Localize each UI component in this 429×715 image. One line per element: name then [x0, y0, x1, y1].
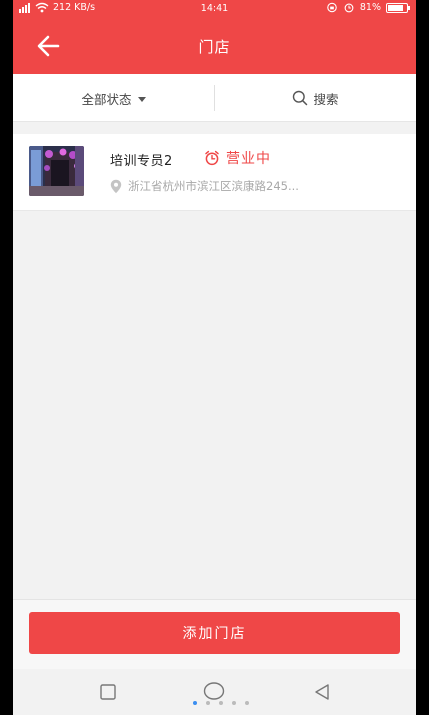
- status-filter-label: 全部状态: [81, 91, 132, 107]
- battery-icon: [386, 2, 410, 13]
- status-filter-dropdown[interactable]: 全部状态: [13, 74, 214, 122]
- back-nav-button[interactable]: [313, 683, 331, 701]
- app-header: 门店: [13, 18, 416, 74]
- caret-down-icon: [137, 96, 146, 102]
- filter-bar: 全部状态 搜索: [13, 74, 416, 122]
- store-list-item[interactable]: 培训专员2 营业中 浙江省杭州市滨江区滨康路245...: [13, 134, 416, 211]
- store-status-badge: 营业中: [204, 148, 271, 168]
- battery-fill: [388, 4, 403, 11]
- alarm-clock-icon: [205, 150, 219, 166]
- home-button[interactable]: [203, 681, 225, 703]
- search-label: 搜索: [313, 91, 339, 107]
- page-indicator: [13, 701, 416, 705]
- page-title: 门店: [198, 38, 231, 56]
- store-address: 浙江省杭州市滨江区滨康路245...: [110, 178, 299, 194]
- page-dot: [231, 701, 236, 705]
- search-button[interactable]: 搜索: [215, 74, 416, 122]
- store-address-text: 浙江省杭州市滨江区滨康路245...: [128, 179, 299, 193]
- status-bar: 212 KB/s 14:41 81%: [13, 0, 416, 18]
- location-pin-icon: [110, 179, 122, 193]
- recent-apps-button[interactable]: [99, 683, 117, 701]
- status-right: 81%: [326, 2, 410, 13]
- page-dot: [218, 701, 223, 705]
- lock-rotation-icon: [327, 2, 337, 13]
- page-dot: [205, 701, 210, 705]
- device-frame: 212 KB/s 14:41 81% 门店 全部状态 搜索 培训专员2 营业中 …: [0, 0, 429, 715]
- app-screen: 212 KB/s 14:41 81% 门店 全部状态 搜索 培训专员2 营业中 …: [13, 0, 416, 715]
- store-photo-image: [29, 146, 84, 196]
- battery-percent: 81%: [359, 2, 381, 13]
- alarm-icon: [344, 3, 354, 13]
- store-thumbnail: [29, 146, 84, 196]
- store-name: 培训专员2: [110, 154, 173, 169]
- bottom-action-area: 添加门店: [13, 599, 416, 669]
- store-status-text: 营业中: [226, 151, 271, 167]
- add-store-button[interactable]: 添加门店: [29, 612, 400, 654]
- magnifier-icon: [293, 90, 308, 106]
- system-nav-bar: [13, 669, 416, 715]
- page-dot: [244, 701, 249, 705]
- page-dot: [192, 701, 197, 705]
